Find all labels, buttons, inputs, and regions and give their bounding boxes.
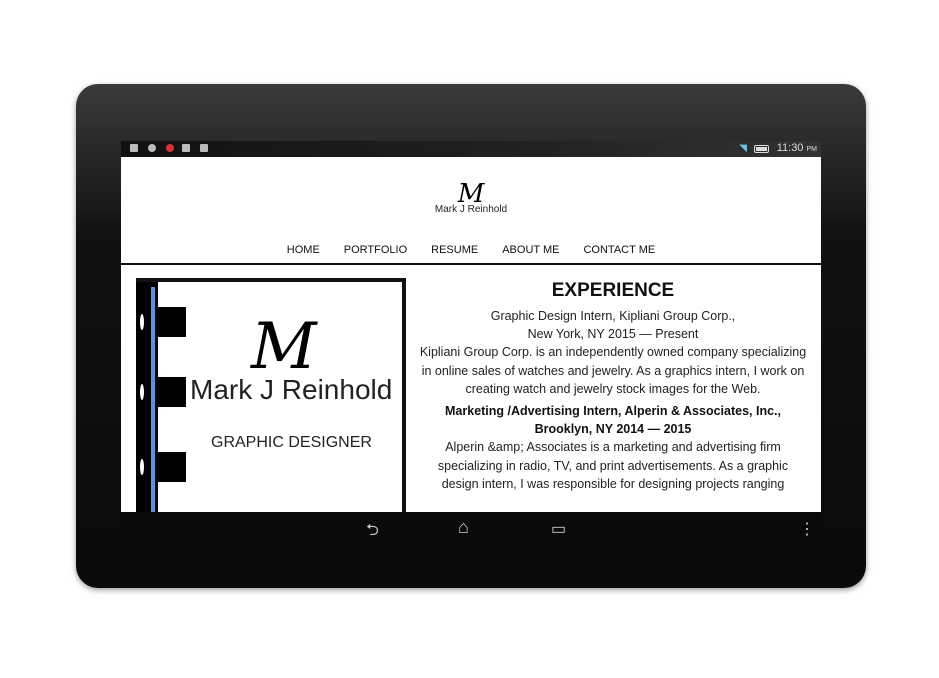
gallery-icon bbox=[130, 144, 138, 152]
nav-contact-me[interactable]: CONTACT ME bbox=[583, 244, 655, 256]
nav-home[interactable]: HOME bbox=[287, 244, 320, 256]
status-bar: ◥ 11:30 PM bbox=[121, 141, 821, 157]
experience-heading: EXPERIENCE bbox=[551, 280, 675, 301]
brand-name[interactable]: Mark J Reinhold bbox=[121, 204, 821, 215]
nav-resume[interactable]: RESUME bbox=[431, 244, 478, 256]
job2-location: Brooklyn, NY 2014 — 2015 bbox=[534, 422, 692, 437]
experience-section: EXPERIENCE Graphic Design Intern, Kiplia… bbox=[418, 279, 808, 493]
binder-hole bbox=[140, 384, 144, 400]
nav-portfolio[interactable]: PORTFOLIO bbox=[344, 244, 407, 256]
system-nav-bar: ⮌ ⌂ ▭ ⋮ bbox=[121, 512, 821, 545]
tablet-screen: ◥ 11:30 PM M Mark J Reinhold HOME PORTFO… bbox=[121, 141, 821, 545]
job1-location: New York, NY 2015 — Present bbox=[527, 327, 699, 342]
nav-divider bbox=[121, 263, 821, 265]
card-logo: M bbox=[251, 310, 317, 384]
card-name: Mark J Reinhold bbox=[190, 374, 393, 405]
web-page: M Mark J Reinhold HOME PORTFOLIO RESUME … bbox=[121, 157, 821, 512]
binder-hole bbox=[140, 459, 144, 475]
home-icon[interactable]: ⌂ bbox=[458, 517, 469, 538]
checklist-icon bbox=[182, 144, 190, 152]
recents-icon[interactable]: ▭ bbox=[551, 519, 566, 539]
clock: 11:30 PM bbox=[776, 142, 817, 154]
bag-icon bbox=[200, 144, 208, 152]
card-title: GRAPHIC DESIGNER bbox=[211, 434, 372, 451]
job2-title: Marketing /Advertising Intern, Alperin &… bbox=[445, 404, 781, 419]
battery-icon bbox=[754, 145, 769, 153]
nav-about-me[interactable]: ABOUT ME bbox=[502, 244, 559, 256]
job1-title: Graphic Design Intern, Kipliani Group Co… bbox=[490, 309, 736, 323]
job1-description: Kipliani Group Corp. is an independently… bbox=[419, 345, 807, 396]
binder-hole bbox=[140, 314, 144, 330]
job2-description: Alperin &amp; Associates is a marketing … bbox=[437, 440, 789, 491]
chat-icon bbox=[148, 144, 156, 152]
main-nav: HOME PORTFOLIO RESUME ABOUT ME CONTACT M… bbox=[121, 244, 821, 256]
business-card-image: M Mark J Reinhold GRAPHIC DESIGNER bbox=[136, 278, 406, 512]
back-icon[interactable]: ⮌ bbox=[366, 519, 379, 545]
blue-stripe bbox=[151, 287, 155, 512]
overflow-menu-icon[interactable]: ⋮ bbox=[799, 519, 815, 539]
music-icon bbox=[166, 144, 174, 152]
wifi-icon: ◥ bbox=[739, 143, 747, 154]
